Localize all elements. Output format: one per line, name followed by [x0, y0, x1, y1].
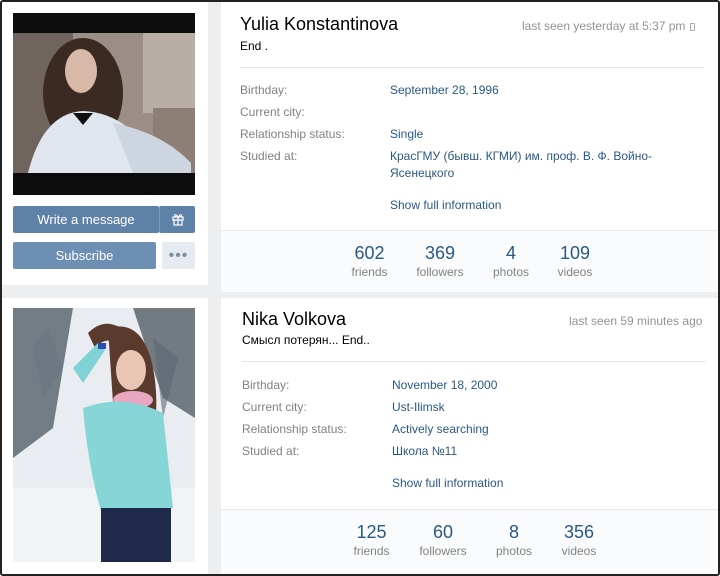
counter-followers-number: 369: [424, 243, 456, 263]
relationship-value[interactable]: Single: [390, 126, 423, 143]
counter-followers[interactable]: 369 followers: [410, 242, 470, 280]
profile-1-last-seen: last seen yesterday at 5:37 pm: [522, 19, 696, 33]
show-full-info-link[interactable]: Show full information: [390, 198, 501, 212]
birthday-value-2[interactable]: November 18, 2000: [392, 377, 497, 394]
studied-value-line1[interactable]: КрасГМУ (бывш. КГМИ) им. проф. В. Ф. Вой…: [390, 148, 652, 165]
counter-friends-number: 602: [354, 243, 385, 263]
relationship-label-2: Relationship status:: [242, 422, 347, 436]
birthday-label: Birthday:: [240, 83, 288, 97]
phone-icon: [690, 23, 696, 31]
counter-videos[interactable]: 109 videos: [550, 242, 600, 280]
profile-2-name: Nika Volkova: [242, 309, 347, 329]
current-city-value-2[interactable]: Ust-Ilimsk: [392, 399, 445, 416]
counter-friends-number-2: 125: [356, 522, 387, 542]
counter-friends-2[interactable]: 125 friends: [344, 521, 399, 559]
profile-2-status: Смысл потерян... End..: [242, 333, 370, 347]
counter-friends[interactable]: 602 friends: [342, 242, 397, 280]
profile-1-status: End .: [240, 39, 269, 53]
counter-photos-label-2: photos: [495, 544, 533, 558]
subscribe-button[interactable]: Subscribe: [13, 242, 156, 269]
more-actions-button[interactable]: •••: [162, 242, 195, 269]
profile-1-name: Yulia Konstantinova: [240, 14, 399, 34]
counter-videos-number-2: 356: [563, 522, 595, 542]
counter-videos-number: 109: [559, 243, 591, 263]
counter-photos-2[interactable]: 8 photos: [489, 521, 539, 559]
birthday-label-2: Birthday:: [242, 378, 290, 392]
counter-friends-label: friends: [351, 265, 388, 279]
counter-followers-number-2: 60: [432, 522, 454, 542]
counter-videos-label: videos: [557, 265, 593, 279]
profile-2-last-seen: last seen 59 minutes ago: [569, 314, 703, 328]
counter-photos-number: 4: [505, 243, 516, 263]
counter-photos[interactable]: 4 photos: [486, 242, 536, 280]
relationship-label: Relationship status:: [240, 127, 345, 141]
studied-value-line2[interactable]: Ясенецкого: [390, 165, 454, 182]
counter-photos-label: photos: [492, 265, 530, 279]
counter-followers-label: followers: [416, 265, 464, 279]
counter-followers-label-2: followers: [419, 544, 467, 558]
show-full-info-link-2[interactable]: Show full information: [392, 476, 503, 490]
studied-value-2[interactable]: Школа №11: [392, 443, 457, 460]
gift-icon: [171, 214, 184, 226]
profile-1-avatar[interactable]: [13, 13, 195, 195]
screenshot-frame: Write a message Subscribe ••• Yulia Kons…: [0, 0, 720, 576]
profile-2-divider: [242, 361, 706, 362]
profile-1-counters: [221, 230, 718, 292]
counter-photos-number-2: 8: [508, 522, 519, 542]
profile-1-divider: [240, 67, 704, 68]
last-seen-text: last seen yesterday at 5:37 pm: [522, 19, 686, 33]
counter-videos-2[interactable]: 356 videos: [554, 521, 604, 559]
relationship-value-2[interactable]: Actively searching: [392, 421, 489, 438]
current-city-label: Current city:: [240, 105, 305, 119]
studied-label: Studied at:: [240, 149, 298, 163]
current-city-label-2: Current city:: [242, 400, 307, 414]
counter-followers-2[interactable]: 60 followers: [413, 521, 473, 559]
studied-label-2: Studied at:: [242, 444, 300, 458]
counter-videos-label-2: videos: [561, 544, 597, 558]
send-gift-button[interactable]: [159, 206, 195, 233]
birthday-value[interactable]: September 28, 1996: [390, 82, 499, 99]
profile-2-avatar[interactable]: [13, 308, 195, 562]
write-message-button[interactable]: Write a message: [13, 206, 159, 233]
counter-friends-label-2: friends: [353, 544, 390, 558]
